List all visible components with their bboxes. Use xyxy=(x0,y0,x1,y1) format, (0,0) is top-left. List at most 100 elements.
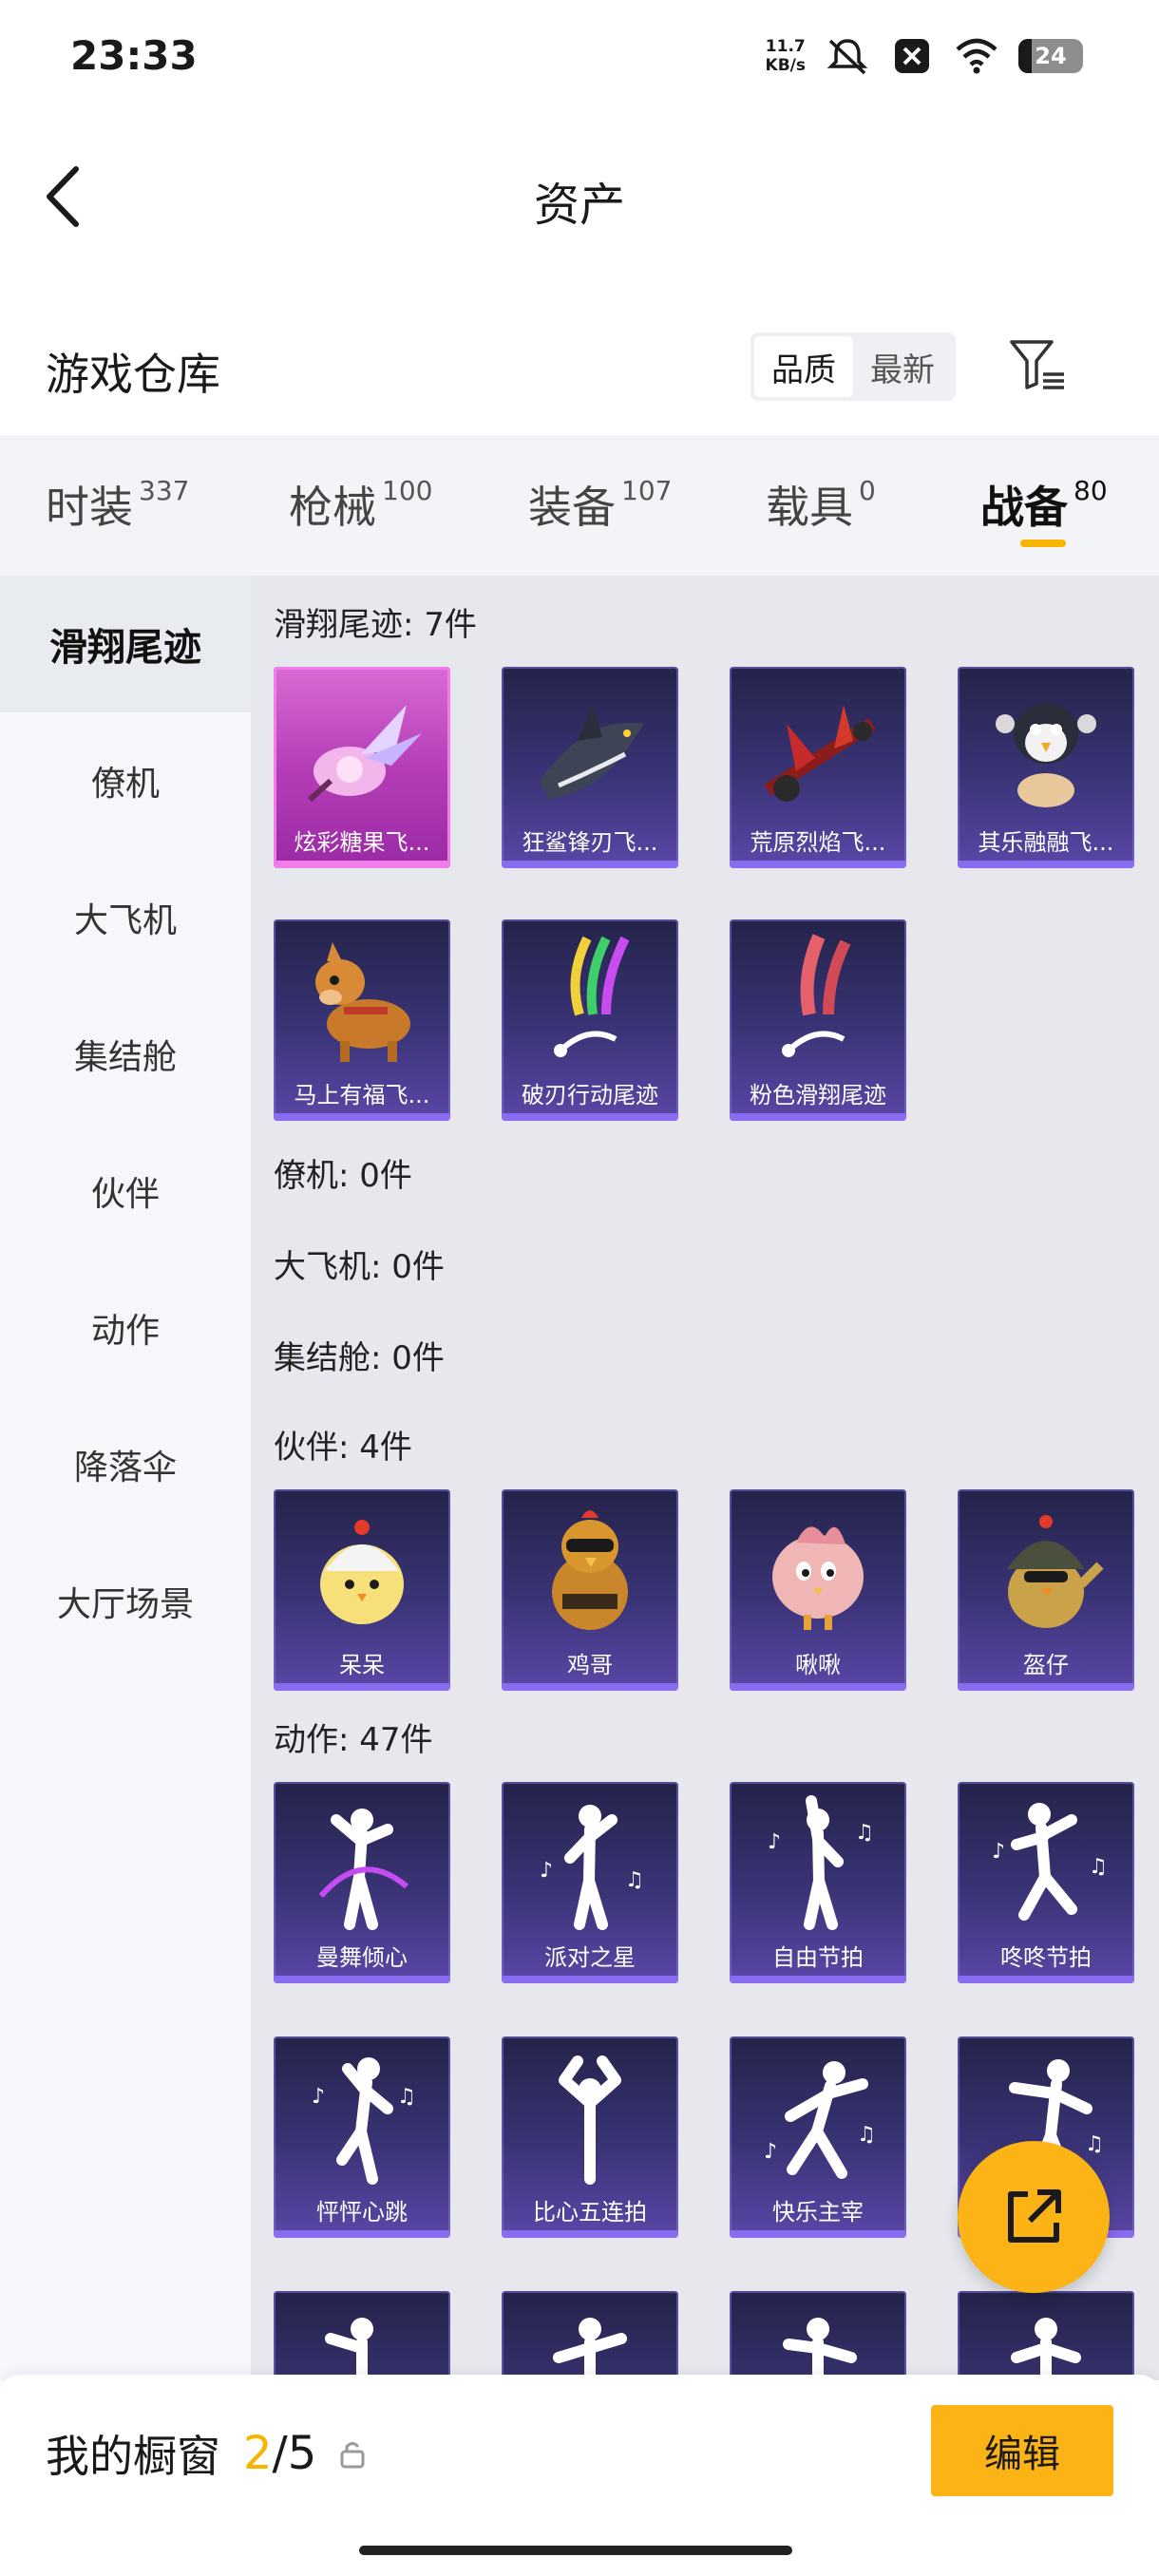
item-card[interactable]: 曼舞倾心 xyxy=(274,1782,450,1983)
dancer-pose-art: ♪♫ xyxy=(768,1795,874,1930)
candy-glider-art xyxy=(307,705,422,803)
share-fab-button[interactable] xyxy=(958,2141,1110,2293)
item-name: 粉色滑翔尾迹 xyxy=(750,1082,886,1108)
item-card[interactable]: ♪ ♫ 咚咚节拍 xyxy=(958,1782,1134,1983)
item-grid-panel: 滑翔尾迹: 7件 炫彩糖果飞... 狂鲨锋刃飞... 荒原烈焰飞... 其乐融融… xyxy=(251,576,1159,2380)
section-title-plane: 大飞机: 0件 xyxy=(274,1248,445,1286)
item-name: 马上有福飞... xyxy=(294,1082,430,1108)
speed-unit: KB/s xyxy=(765,56,806,75)
showcase-count: 2/5 xyxy=(243,2427,316,2480)
tab-label: 装备 xyxy=(528,482,616,533)
helmet-chick-art xyxy=(1007,1515,1104,1628)
item-card[interactable]: 炫彩糖果飞... xyxy=(274,667,450,868)
jiujiu-art xyxy=(772,1526,864,1630)
item-card[interactable]: 粉色滑翔尾迹 xyxy=(730,919,906,1121)
item-name: 怦怦心跳 xyxy=(316,2199,408,2226)
family-glider-art xyxy=(996,703,1096,807)
sidebar-item-pod[interactable]: 集结舱 xyxy=(0,986,251,1123)
battery-level: 24 xyxy=(1035,43,1067,69)
item-name: 派对之星 xyxy=(544,1944,636,1971)
dancer-pose-art: ♪♫ xyxy=(764,2061,876,2179)
dancer-pose-art xyxy=(559,2055,621,2185)
item-name: 鸡哥 xyxy=(567,1652,613,1678)
tab-count: 0 xyxy=(859,475,876,506)
item-card[interactable] xyxy=(274,2291,450,2380)
sidebar-item-emote[interactable]: 动作 xyxy=(0,1260,251,1396)
item-name: 狂鲨锋刃飞... xyxy=(522,829,658,856)
sort-newest[interactable]: 最新 xyxy=(853,336,952,397)
external-link-icon xyxy=(1008,2189,1061,2243)
tab-battle-gear[interactable]: 战备 80 xyxy=(980,473,1108,536)
section-title-glide: 滑翔尾迹: 7件 xyxy=(274,606,477,644)
item-card[interactable]: ♪ ♫ 快乐主宰 xyxy=(730,2036,906,2238)
category-tabs: 时装 337 枪械 100 装备 107 载具 0 战备 80 xyxy=(0,435,1159,576)
lucky-horse-art xyxy=(315,942,410,1062)
svg-text:♪: ♪ xyxy=(540,1859,553,1883)
item-card[interactable] xyxy=(502,2291,678,2380)
svg-text:♫: ♫ xyxy=(1089,1855,1108,1879)
close-box-icon xyxy=(889,35,935,77)
item-card[interactable] xyxy=(730,2291,906,2380)
dancer-pose-art: ♪♫ xyxy=(312,2057,416,2185)
showcase-title: 我的橱窗 xyxy=(46,2431,220,2482)
sidebar-item-wingman[interactable]: 僚机 xyxy=(0,712,251,849)
app-header: 资产 xyxy=(0,142,1159,247)
dancer-pose-art: ♪♫ xyxy=(540,1805,644,1930)
item-card[interactable]: 其乐融融飞... xyxy=(958,667,1134,868)
item-name: 自由节拍 xyxy=(772,1944,864,1971)
tab-equipment[interactable]: 装备 107 xyxy=(528,473,672,536)
sidebar-item-partner[interactable]: 伙伴 xyxy=(0,1123,251,1260)
chick-daidai-art xyxy=(320,1520,404,1624)
tab-vehicles[interactable]: 载具 0 xyxy=(766,473,876,536)
item-card[interactable]: 破刃行动尾迹 xyxy=(502,919,678,1121)
chicken-brother-art xyxy=(552,1510,628,1630)
item-card[interactable]: 狂鲨锋刃飞... xyxy=(502,667,678,868)
item-card[interactable]: ♪ ♫ 自由节拍 xyxy=(730,1782,906,1983)
item-card[interactable]: 比心五连拍 xyxy=(502,2036,678,2238)
sort-quality[interactable]: 品质 xyxy=(754,336,853,397)
item-card[interactable]: 呆呆 xyxy=(274,1489,450,1691)
tab-label: 载具 xyxy=(766,482,853,533)
tab-weapons[interactable]: 枪械 100 xyxy=(289,473,432,536)
showcase-current: 2 xyxy=(243,2427,273,2480)
sidebar-item-parachute[interactable]: 降落伞 xyxy=(0,1396,251,1533)
item-card[interactable]: 盔仔 xyxy=(958,1489,1134,1691)
tab-fashion[interactable]: 时装 337 xyxy=(46,473,189,536)
item-name: 比心五连拍 xyxy=(533,2199,647,2226)
mute-icon xyxy=(825,35,870,77)
tab-count: 80 xyxy=(1074,475,1108,506)
svg-text:♪: ♪ xyxy=(764,2140,777,2164)
tab-count: 337 xyxy=(139,475,190,506)
item-card[interactable]: 荒原烈焰飞... xyxy=(730,667,906,868)
tab-label: 战备 xyxy=(980,482,1068,533)
shark-glider-art xyxy=(540,705,644,800)
item-card[interactable]: ♪ ♫ 派对之星 xyxy=(502,1782,678,1983)
dancer-pose-art xyxy=(318,1809,408,1930)
tab-label: 时装 xyxy=(46,482,133,533)
item-card[interactable]: 马上有福飞... xyxy=(274,919,450,1121)
filter-button[interactable] xyxy=(1005,332,1072,399)
svg-text:♫: ♫ xyxy=(397,2085,416,2109)
item-card[interactable]: ♪ ♫ 怦怦心跳 xyxy=(274,2036,450,2238)
pink-trail-art xyxy=(782,934,851,1057)
sidebar-item-plane[interactable]: 大飞机 xyxy=(0,849,251,986)
sidebar-item-glide-trail[interactable]: 滑翔尾迹 xyxy=(0,576,251,712)
item-card[interactable] xyxy=(958,2291,1134,2380)
svg-text:♪: ♪ xyxy=(768,1830,781,1854)
rainbow-trail-art xyxy=(554,936,630,1057)
dancer-pose-art: ♪♫ xyxy=(992,1803,1108,1921)
item-card[interactable]: 鸡哥 xyxy=(502,1489,678,1691)
edit-button[interactable]: 编辑 xyxy=(931,2405,1113,2496)
home-indicator[interactable] xyxy=(359,2546,792,2555)
svg-text:♫: ♫ xyxy=(1085,2132,1104,2156)
sidebar-item-lobby-scene[interactable]: 大厅场景 xyxy=(0,1533,251,1670)
item-name: 炫彩糖果飞... xyxy=(294,829,430,856)
svg-text:♫: ♫ xyxy=(855,1821,874,1845)
section-title-partner: 伙伴: 4件 xyxy=(274,1429,412,1467)
battery-icon: 24 xyxy=(1018,39,1083,73)
dancer-pose-art xyxy=(783,2318,857,2380)
flame-glider-art xyxy=(764,705,876,802)
item-card[interactable]: 啾啾 xyxy=(730,1489,906,1691)
filter-icon xyxy=(1010,340,1064,389)
section-title-pod: 集结舱: 0件 xyxy=(274,1339,445,1377)
